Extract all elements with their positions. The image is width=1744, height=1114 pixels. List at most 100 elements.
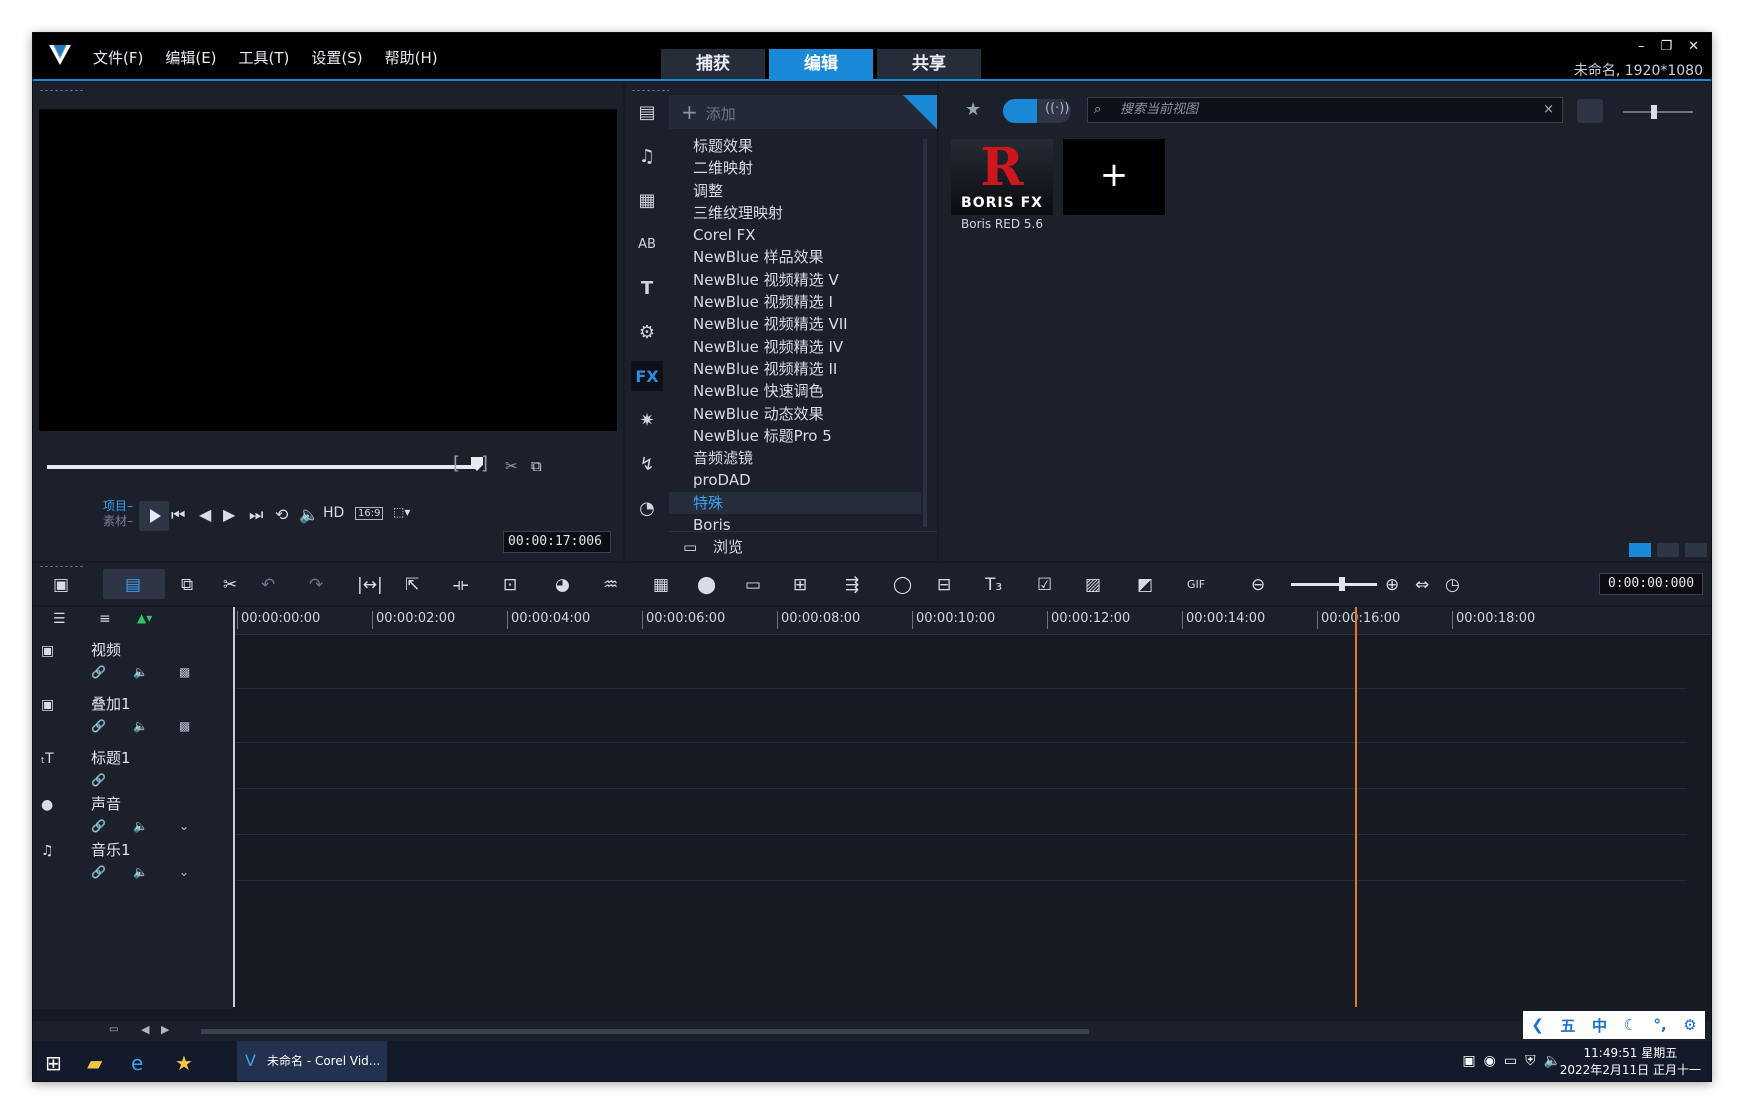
- audio-mixer-icon[interactable]: ♒: [603, 575, 618, 595]
- screen-record-icon[interactable]: ☑: [1037, 575, 1052, 595]
- mark-out-icon[interactable]: ]: [481, 453, 488, 474]
- slider-knob[interactable]: [1651, 105, 1657, 119]
- text-icon[interactable]: T: [631, 273, 663, 303]
- ime-wubi[interactable]: 五: [1560, 1015, 1575, 1036]
- tools-icon[interactable]: ✂: [223, 575, 237, 595]
- menu-edit[interactable]: 编辑(E): [165, 47, 216, 68]
- track-height-icon[interactable]: ▭: [109, 1024, 118, 1035]
- link-icon[interactable]: 🔗: [91, 719, 106, 733]
- category-item[interactable]: NewBlue 视频精选 VII: [669, 313, 921, 335]
- timeline-timecode[interactable]: 0:00:00:000: [1599, 573, 1703, 595]
- storyboard-view-icon[interactable]: ▣: [53, 575, 69, 595]
- motion-tracking-icon[interactable]: ⇶: [845, 575, 859, 595]
- track-row[interactable]: [233, 743, 1687, 789]
- tab-share[interactable]: 共享: [877, 49, 981, 79]
- 3d-title-icon[interactable]: T₃: [985, 575, 1002, 595]
- tray-volume-icon[interactable]: 🔈: [1544, 1053, 1561, 1069]
- track-list-icon[interactable]: ☰: [53, 611, 66, 627]
- mask-icon[interactable]: ⬤: [697, 575, 716, 595]
- capture-frame-icon[interactable]: ⊟: [937, 575, 951, 595]
- tab-edit[interactable]: 编辑: [769, 49, 873, 79]
- stop-motion-icon[interactable]: ▨: [1085, 575, 1101, 595]
- category-scrollbar[interactable]: [923, 139, 927, 527]
- search-input[interactable]: ⌕ 搜索当前视图 ×: [1087, 97, 1563, 123]
- multi-camera-icon[interactable]: ▦: [653, 575, 669, 595]
- transition-icon[interactable]: ▦: [631, 185, 663, 215]
- preview-timecode[interactable]: 00:00:17:006: [503, 531, 611, 553]
- restore-icon[interactable]: ❐: [1660, 39, 1672, 54]
- list-view-button[interactable]: [1577, 99, 1603, 123]
- video-filter-icon[interactable]: [1003, 99, 1037, 123]
- ime-settings-icon[interactable]: ⚙: [1683, 1016, 1696, 1034]
- track-header[interactable]: ₜT 标题1 🔗: [33, 743, 233, 789]
- filter-fx-icon[interactable]: FX: [631, 361, 663, 391]
- category-item[interactable]: NewBlue 快速调色: [669, 380, 921, 402]
- clip-mode-label[interactable]: 素材: [103, 514, 127, 528]
- panel-grip[interactable]: [39, 89, 83, 92]
- track-manager-icon[interactable]: ⧉: [181, 575, 193, 595]
- internet-explorer-icon[interactable]: e: [131, 1051, 143, 1075]
- mark-in-icon[interactable]: [: [453, 453, 460, 474]
- expand-track-icon[interactable]: ⌄: [179, 865, 189, 879]
- create-image-icon[interactable]: ◩: [1137, 575, 1153, 595]
- track-grid-icon[interactable]: ▩: [179, 719, 190, 733]
- category-item[interactable]: proDAD: [669, 469, 921, 491]
- go-to-end-icon[interactable]: ⏭: [249, 505, 263, 525]
- track-header[interactable]: ▣ 视频 🔗 🔈 ▩: [33, 635, 233, 689]
- link-icon[interactable]: 🔗: [91, 773, 106, 787]
- view-toggle[interactable]: ((·)): [1003, 99, 1071, 123]
- ime-punct-icon[interactable]: °,: [1654, 1016, 1667, 1034]
- link-icon[interactable]: 🔗: [91, 865, 106, 879]
- scroll-right-icon[interactable]: ▶: [161, 1023, 169, 1036]
- zoom-out-icon[interactable]: ⊖: [1251, 575, 1265, 595]
- ime-logo-icon[interactable]: ❮: [1531, 1016, 1544, 1034]
- project-mode-label[interactable]: 项目: [103, 499, 127, 513]
- category-item[interactable]: NewBlue 视频精选 II: [669, 358, 921, 380]
- system-clock[interactable]: 11:49:51 星期五 2022年2月11日 正月十一: [1560, 1045, 1701, 1079]
- category-item[interactable]: 音频滤镜: [669, 447, 921, 469]
- path-icon[interactable]: ↯: [631, 449, 663, 479]
- graphics-icon[interactable]: ⚙: [631, 317, 663, 347]
- track-row[interactable]: [233, 835, 1687, 881]
- category-item[interactable]: 二维映射: [669, 157, 921, 179]
- fit-project-icon[interactable]: ⇱: [405, 575, 419, 595]
- timeline-zoom-slider[interactable]: [1291, 577, 1377, 591]
- link-icon[interactable]: 🔗: [91, 665, 106, 679]
- track-volume-icon[interactable]: 🔈: [133, 665, 148, 679]
- redo-icon[interactable]: ↷: [309, 575, 323, 595]
- close-icon[interactable]: ✕: [1688, 39, 1699, 54]
- tray-monitor-icon[interactable]: ▭: [1504, 1053, 1517, 1069]
- category-item[interactable]: 特殊: [669, 491, 921, 515]
- ime-moon-icon[interactable]: ☾: [1624, 1016, 1637, 1034]
- project-duration-icon[interactable]: ◷: [1445, 575, 1460, 595]
- track-area[interactable]: [233, 635, 1711, 1009]
- next-frame-icon[interactable]: ▶: [223, 505, 235, 524]
- menu-file[interactable]: 文件(F): [93, 47, 143, 68]
- magic-effects-icon[interactable]: ✷: [631, 405, 663, 435]
- instant-project-icon[interactable]: ♫: [631, 141, 663, 171]
- track-row[interactable]: [233, 635, 1687, 689]
- category-item[interactable]: NewBlue 视频精选 I: [669, 291, 921, 313]
- panel-grip[interactable]: [39, 565, 83, 568]
- category-item[interactable]: NewBlue 动态效果: [669, 403, 921, 425]
- show-options-icon[interactable]: [1657, 543, 1679, 557]
- category-item[interactable]: NewBlue 标题Pro 5: [669, 425, 921, 447]
- favorite-star-icon[interactable]: ★: [965, 99, 981, 120]
- repeat-icon[interactable]: ⟲: [275, 505, 288, 524]
- title-library-icon[interactable]: AB: [631, 229, 663, 259]
- tray-network-icon[interactable]: ◉: [1484, 1053, 1496, 1069]
- speed-icon[interactable]: ◔: [631, 493, 663, 523]
- path-motion-icon[interactable]: ◯: [893, 575, 912, 595]
- audio-filter-icon[interactable]: ((·)): [1045, 101, 1069, 116]
- subtitle-icon[interactable]: ▭: [745, 575, 761, 595]
- display-options-icon[interactable]: ⬚▾: [393, 505, 410, 519]
- play-button[interactable]: [139, 501, 169, 531]
- zoom-in-icon[interactable]: ⊕: [1385, 575, 1399, 595]
- preview-scrubber[interactable]: [47, 465, 477, 469]
- file-explorer-icon[interactable]: ▰: [87, 1051, 102, 1075]
- track-volume-icon[interactable]: 🔈: [133, 819, 148, 833]
- track-volume-icon[interactable]: 🔈: [133, 865, 148, 879]
- category-item[interactable]: 调整: [669, 180, 921, 202]
- add-effect-button[interactable]: +: [1063, 139, 1165, 215]
- category-item[interactable]: NewBlue 视频精选 IV: [669, 336, 921, 358]
